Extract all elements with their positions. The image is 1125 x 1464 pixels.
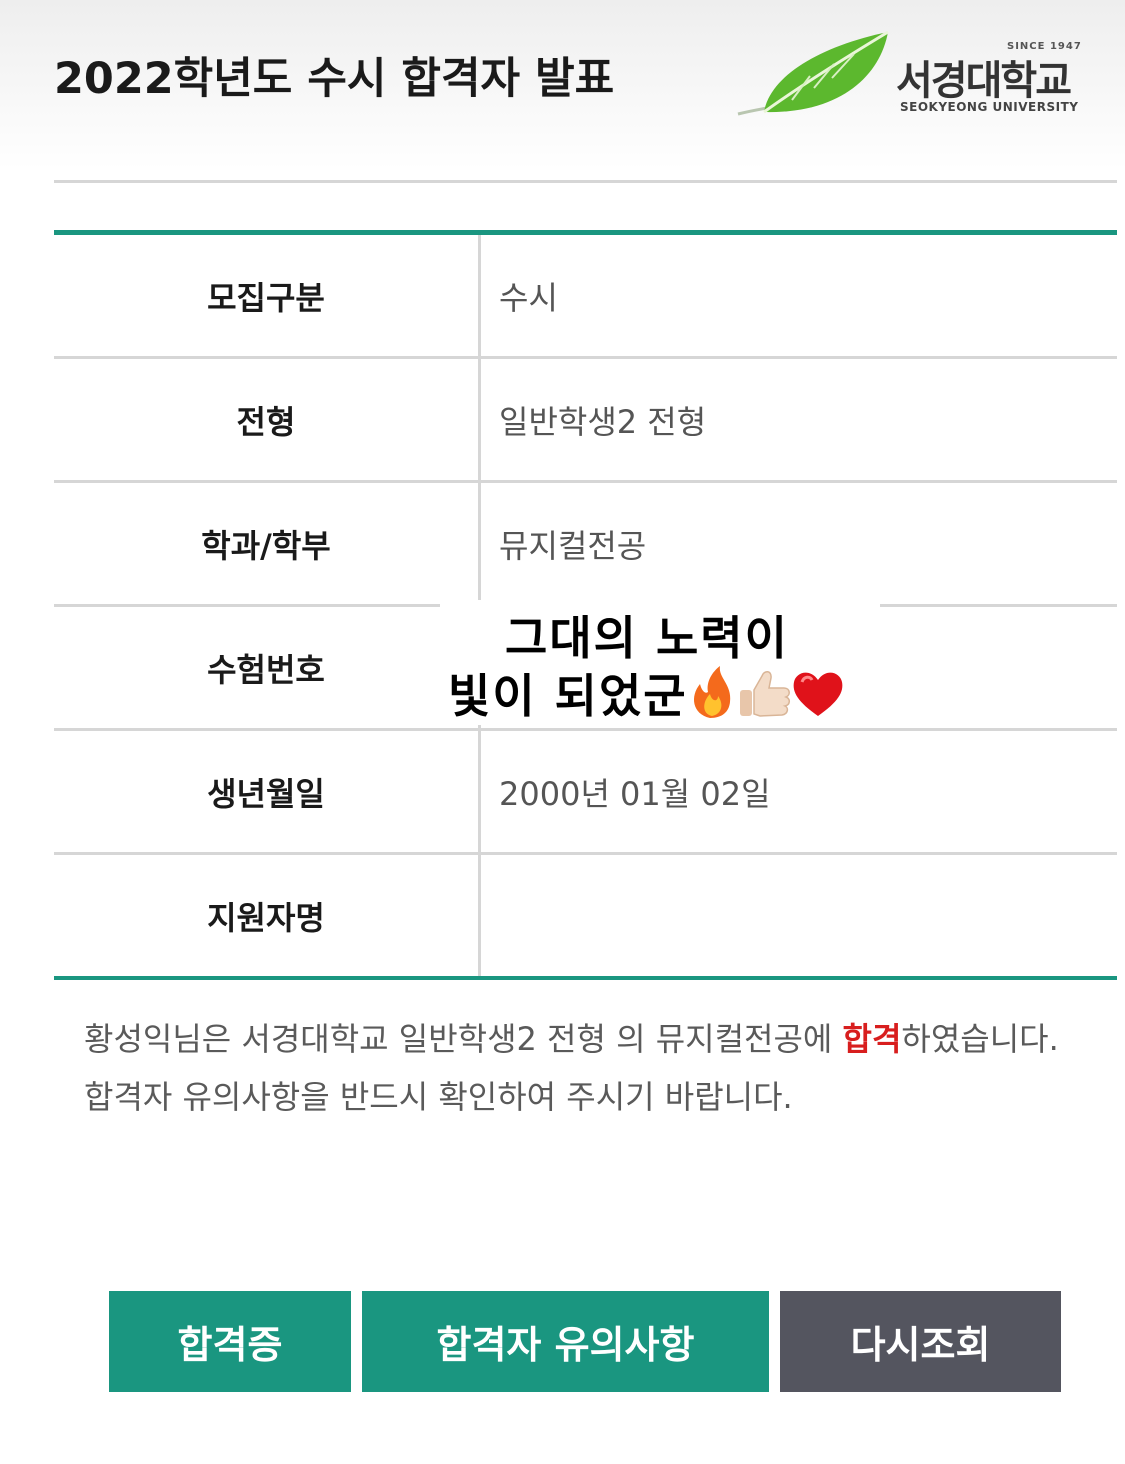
row-label: 학과/학부: [54, 483, 481, 604]
certificate-button[interactable]: 합격증: [109, 1291, 351, 1392]
result-message: 황성익님은 서경대학교 일반학생2 전형 의 뮤지컬전공에 합격하였습니다. 합…: [84, 1010, 1084, 1126]
retry-button[interactable]: 다시조회: [780, 1291, 1061, 1392]
row-label: 지원자명: [54, 855, 481, 976]
notice-button[interactable]: 합격자 유의사항: [362, 1291, 769, 1392]
pass-highlight: 합격: [842, 1020, 902, 1058]
university-logo[interactable]: SINCE 1947 서경대학교 SEOKYEONG UNIVERSITY: [730, 26, 1100, 126]
message-text-part1: 님은 서경대학교 일반학생2 전형 의 뮤지컬전공에: [172, 1020, 843, 1058]
emoji-group: [693, 666, 842, 718]
caption-line-1: 그대의 노력이: [505, 611, 789, 665]
table-row-applicant-name: 지원자명: [54, 855, 1117, 980]
applicant-name: 황성익: [84, 1020, 173, 1058]
message-text-part2: 하였습니다.: [901, 1020, 1059, 1058]
table-row-birth-date: 생년월일 2000년 01월 02일: [54, 731, 1117, 855]
table-row-recruit-type: 모집구분 수시: [54, 235, 1117, 359]
row-value: 일반학생2 전형: [499, 402, 707, 441]
logo-english-name: SEOKYEONG UNIVERSITY: [900, 100, 1079, 114]
overlay-caption: 그대의 노력이 빛이 되었군: [440, 600, 880, 725]
fire-icon: [693, 666, 730, 718]
result-message-line-1: 황성익님은 서경대학교 일반학생2 전형 의 뮤지컬전공에 합격하였습니다.: [84, 1010, 1084, 1068]
row-value: 뮤지컬전공: [499, 526, 647, 565]
logo-name: 서경대학교: [896, 58, 1072, 104]
header-divider: [54, 180, 1117, 183]
row-value: 수시: [499, 278, 558, 317]
row-value: [481, 855, 1117, 976]
row-label: 전형: [54, 359, 481, 480]
caption-line-2-text: 빛이 되었군: [448, 669, 688, 723]
caption-line-2: 빛이 되었군: [448, 660, 848, 726]
thumbs-up-icon: [739, 671, 790, 717]
row-label: 모집구분: [54, 235, 481, 356]
table-row-admission-type: 전형 일반학생2 전형: [54, 359, 1117, 483]
page-header: 2022학년도 수시 합격자 발표 SINCE 1947 서경대학교 SEOKY…: [0, 0, 1125, 170]
leaf-icon: [737, 30, 889, 116]
result-message-line-2: 합격자 유의사항을 반드시 확인하여 주시기 바랍니다.: [84, 1078, 793, 1116]
heart-icon: [793, 672, 842, 716]
row-value: 2000년 01월 02일: [499, 774, 771, 813]
row-label: 수험번호: [54, 607, 481, 728]
table-row-department: 학과/학부 뮤지컬전공: [54, 483, 1117, 607]
page-title: 2022학년도 수시 합격자 발표: [54, 54, 615, 104]
row-label: 생년월일: [54, 731, 481, 852]
